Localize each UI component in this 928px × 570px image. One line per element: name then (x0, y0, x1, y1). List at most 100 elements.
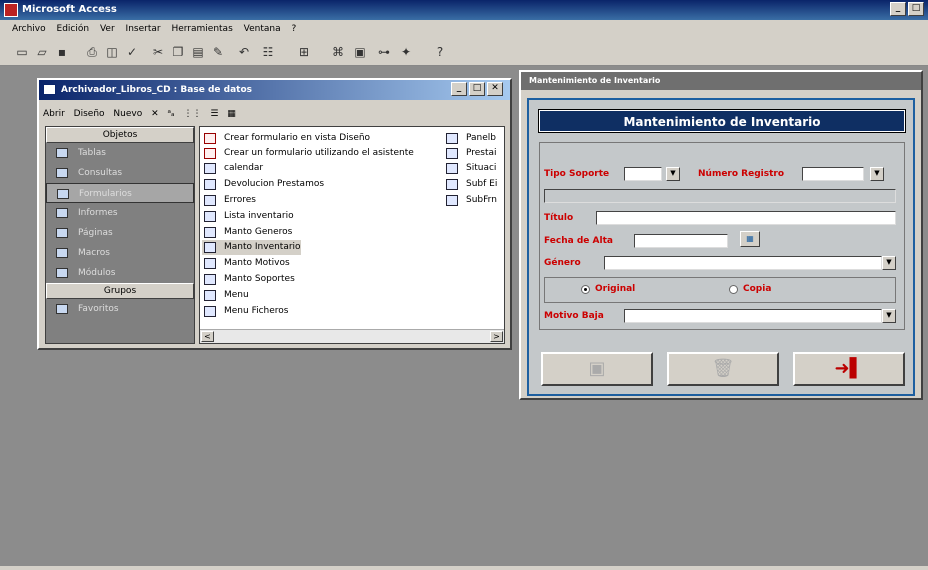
titulo-input[interactable] (596, 211, 896, 225)
database-icon (43, 84, 56, 95)
list-item[interactable]: Manto Generos (202, 225, 292, 240)
list-item[interactable]: Crear formulario en vista Diseño (202, 131, 370, 146)
access-logo-icon (4, 3, 18, 17)
new-file-icon[interactable]: ▭ (14, 44, 30, 60)
exit-button[interactable]: ➜▌ (793, 352, 905, 386)
office-links-icon[interactable]: ☷ (260, 44, 276, 60)
group-favoritos[interactable]: Favoritos (46, 299, 194, 319)
form-icon (57, 189, 69, 199)
undo-icon[interactable]: ↶ (236, 44, 252, 60)
numero-registro-detail-field[interactable] (544, 189, 896, 203)
object-paginas[interactable]: Páginas (46, 223, 194, 243)
page-icon (56, 228, 68, 238)
details-view-icon[interactable]: ▦ (227, 109, 236, 119)
list-item[interactable]: Crear un formulario utilizando el asiste… (202, 146, 414, 161)
menu-ver[interactable]: Ver (100, 24, 115, 34)
horizontal-scrollbar[interactable]: < > (200, 329, 504, 343)
database-window: Archivador_Libros_CD : Base de datos _ □… (37, 78, 512, 350)
list-item[interactable]: calendar (202, 161, 263, 176)
list-item[interactable]: SubFrn (444, 193, 497, 208)
object-macros[interactable]: Macros (46, 243, 194, 263)
form-icon (204, 306, 216, 317)
tipo-soporte-combo[interactable] (624, 167, 662, 181)
list-view-icon[interactable]: ☰ (210, 109, 218, 119)
copy-icon[interactable]: ❐ (170, 44, 186, 60)
db-minimize-button[interactable]: _ (451, 82, 467, 96)
print-preview-icon[interactable]: ◫ (104, 44, 120, 60)
analyze-icon[interactable]: ⊞ (296, 44, 312, 60)
menu-help[interactable]: ? (291, 24, 296, 34)
object-informes[interactable]: Informes (46, 203, 194, 223)
object-formularios[interactable]: Formularios (46, 183, 194, 203)
database-window-title-bar: Archivador_Libros_CD : Base de datos _ □… (39, 80, 510, 100)
calendar-icon[interactable]: ▦ (740, 231, 760, 247)
scroll-left-icon[interactable]: < (201, 331, 214, 342)
list-item[interactable]: Menu (202, 288, 249, 303)
favorites-icon (56, 304, 68, 314)
list-item[interactable]: Subf Ei (444, 177, 497, 192)
new-object-icon[interactable]: ✦ (398, 44, 414, 60)
form-icon (204, 163, 216, 174)
chevron-down-icon[interactable]: ▼ (882, 256, 896, 270)
report-icon (56, 208, 68, 218)
delete-button[interactable]: 🗑 (667, 352, 779, 386)
list-item[interactable]: Menu Ficheros (202, 304, 288, 319)
save-icon[interactable]: ▪ (54, 44, 70, 60)
large-icons-icon[interactable]: ᵃₐ (168, 109, 175, 119)
new-button[interactable]: Nuevo (113, 109, 142, 119)
groups-header[interactable]: Grupos (46, 283, 194, 299)
delete-icon[interactable]: ✕ (151, 109, 159, 119)
list-item[interactable]: Panelb (444, 131, 496, 146)
spelling-icon[interactable]: ✓ (124, 44, 140, 60)
chevron-down-icon[interactable]: ▼ (666, 167, 680, 181)
list-item[interactable]: Manto Soportes (202, 272, 295, 287)
format-painter-icon[interactable]: ✎ (210, 44, 226, 60)
paste-icon[interactable]: ▤ (190, 44, 206, 60)
forms-list: Crear formulario en vista Diseño Crear u… (199, 126, 505, 344)
numero-registro-combo[interactable] (802, 167, 864, 181)
object-modulos[interactable]: Módulos (46, 263, 194, 283)
motivo-baja-combo[interactable] (624, 309, 882, 323)
properties-icon[interactable]: ▣ (352, 44, 368, 60)
list-item[interactable]: Situaci (444, 161, 496, 176)
db-close-button[interactable]: ✕ (487, 82, 503, 96)
db-maximize-button[interactable]: □ (469, 82, 485, 96)
list-item[interactable]: Prestai (444, 146, 497, 161)
fecha-alta-input[interactable] (634, 234, 728, 248)
menu-herramientas[interactable]: Herramientas (171, 24, 232, 34)
form-icon (446, 148, 458, 159)
list-item[interactable]: Errores (202, 193, 256, 208)
genero-combo[interactable] (604, 256, 882, 270)
open-button[interactable]: Abrir (43, 109, 65, 119)
object-consultas[interactable]: Consultas (46, 163, 194, 183)
form-icon (446, 195, 458, 206)
minimize-button[interactable]: _ (890, 2, 906, 16)
code-icon[interactable]: ⌘ (330, 44, 346, 60)
design-button[interactable]: Diseño (74, 109, 105, 119)
menu-insertar[interactable]: Insertar (126, 24, 161, 34)
print-icon[interactable]: ⎙ (84, 44, 100, 60)
small-icons-icon[interactable]: ⋮⋮ (183, 109, 201, 119)
list-item[interactable]: Manto Motivos (202, 256, 290, 271)
relationships-icon[interactable]: ⊶ (376, 44, 392, 60)
chevron-down-icon[interactable]: ▼ (870, 167, 884, 181)
save-button[interactable]: ▣ (541, 352, 653, 386)
list-item[interactable]: Manto Inventario (202, 240, 301, 255)
original-radio[interactable] (581, 285, 590, 294)
help-icon[interactable]: ? (432, 44, 448, 60)
menu-archivo[interactable]: Archivo (12, 24, 46, 34)
cut-icon[interactable]: ✂ (150, 44, 166, 60)
list-item[interactable]: Devolucion Prestamos (202, 177, 324, 192)
chevron-down-icon[interactable]: ▼ (882, 309, 896, 323)
maximize-button[interactable]: □ (908, 2, 924, 16)
copia-radio[interactable] (729, 285, 738, 294)
menu-edicion[interactable]: Edición (57, 24, 90, 34)
object-tablas[interactable]: Tablas (46, 143, 194, 163)
access-app-window: Microsoft Access _ □ Archivo Edición Ver… (0, 0, 928, 570)
objects-header[interactable]: Objetos (46, 127, 194, 143)
list-item[interactable]: Lista inventario (202, 209, 294, 224)
form-icon (204, 290, 216, 301)
scroll-right-icon[interactable]: > (490, 331, 503, 342)
open-folder-icon[interactable]: ▱ (34, 44, 50, 60)
menu-ventana[interactable]: Ventana (244, 24, 281, 34)
